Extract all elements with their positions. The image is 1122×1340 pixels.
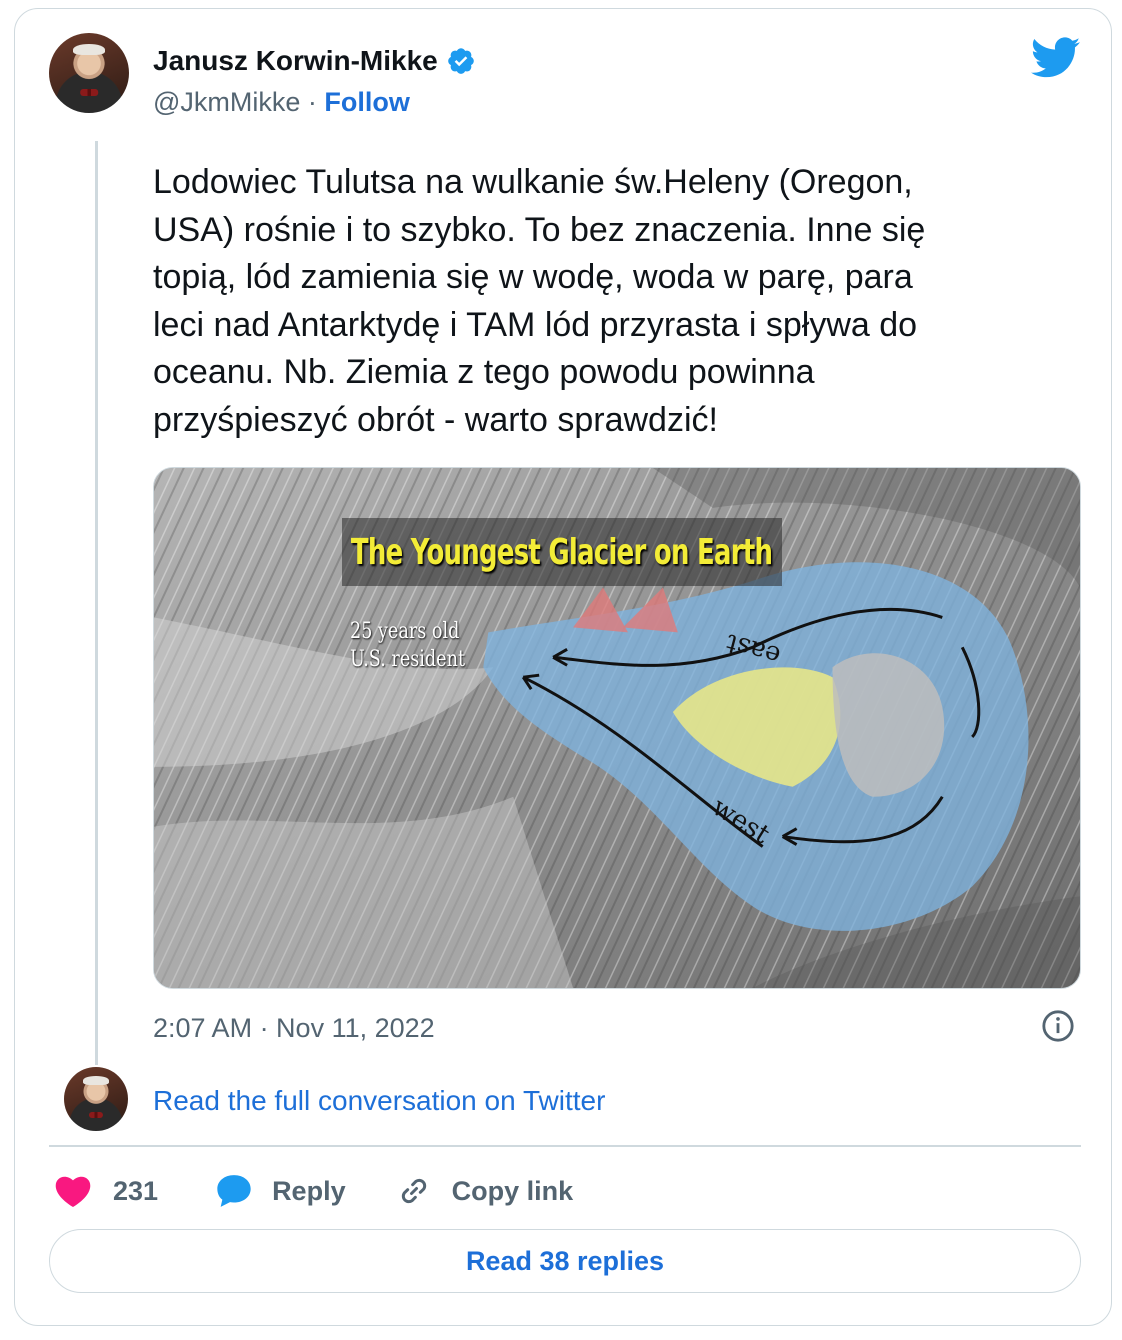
thread-line: [95, 141, 98, 1065]
tweet-text: Lodowiec Tulutsa na wulkanie św.Heleny (…: [153, 163, 926, 439]
reply-label: Reply: [272, 1175, 346, 1206]
media-title: The Youngest Glacier on Earth: [351, 531, 773, 573]
link-icon: [401, 1178, 426, 1204]
read-replies-button[interactable]: Read 38 replies: [49, 1229, 1081, 1293]
author-avatar[interactable]: [49, 33, 129, 113]
tweet-card: Janusz Korwin-Mikke @JkmMikke · Follow L…: [14, 8, 1112, 1326]
info-icon[interactable]: [1041, 1009, 1075, 1043]
media-resident-label: 25 years old U.S. resident: [350, 619, 466, 672]
like-count: 231: [113, 1175, 159, 1206]
speech-bubble-icon: [217, 1175, 251, 1207]
verified-badge-icon: [447, 48, 474, 74]
read-full-conversation-link[interactable]: Read the full conversation on Twitter: [153, 1085, 605, 1117]
handle-separator: ·: [300, 87, 325, 117]
author-name-row: Janusz Korwin-Mikke: [153, 45, 476, 77]
tweet-media-image[interactable]: The Youngest Glacier on Earth 25 years o…: [153, 467, 1081, 989]
read-replies-label: Read 38 replies: [465, 1245, 665, 1276]
heart-icon: [55, 1176, 91, 1207]
author-handle[interactable]: @JkmMikke: [153, 87, 300, 117]
handle-row: @JkmMikke · Follow: [153, 87, 410, 118]
tweet-timestamp[interactable]: 2:07 AM · Nov 11, 2022: [153, 1013, 435, 1044]
copy-link-label: Copy link: [451, 1175, 574, 1206]
like-button[interactable]: 231: [53, 1171, 158, 1211]
copy-link-button[interactable]: Copy link: [394, 1171, 574, 1211]
action-bar: 231 Reply Copy link: [53, 1169, 573, 1213]
follow-button[interactable]: Follow: [324, 87, 409, 117]
divider: [49, 1145, 1081, 1147]
author-name[interactable]: Janusz Korwin-Mikke: [153, 45, 438, 77]
reply-button[interactable]: Reply: [214, 1171, 346, 1211]
media-title-box: The Youngest Glacier on Earth: [342, 518, 782, 586]
reply-avatar[interactable]: [64, 1067, 128, 1131]
twitter-bird-icon[interactable]: [1031, 37, 1081, 79]
